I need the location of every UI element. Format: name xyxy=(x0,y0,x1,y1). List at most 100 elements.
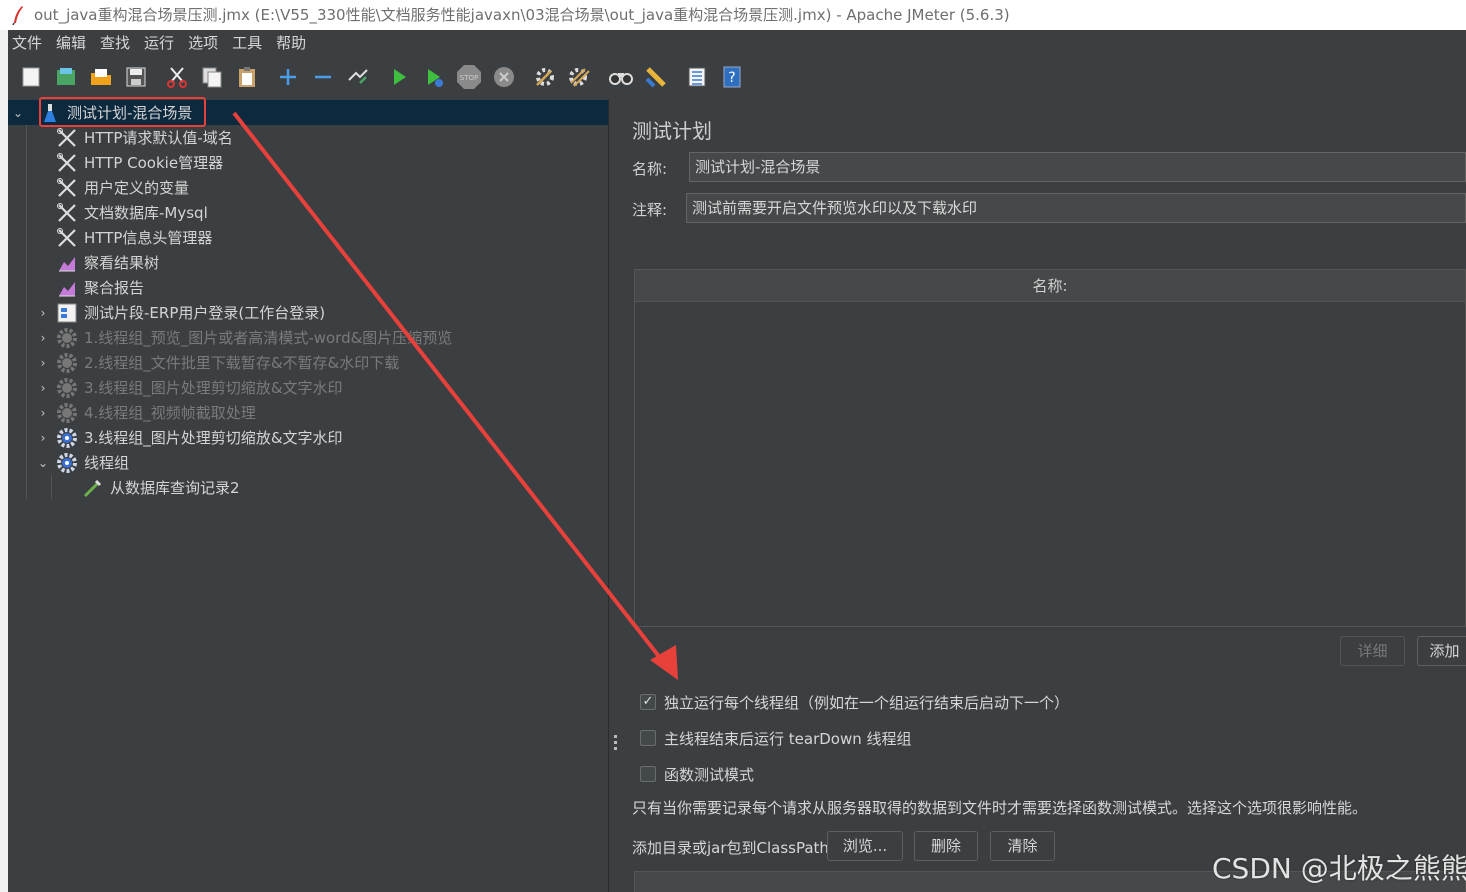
menu-file[interactable]: 文件 xyxy=(8,30,50,56)
tree-node-results-tree[interactable]: 察看结果树 xyxy=(56,250,159,275)
start-icon[interactable] xyxy=(384,62,414,92)
tree-node-thread-group-3[interactable]: › 3.线程组_图片处理剪切缩放&文字水印 xyxy=(36,425,343,450)
delete-button[interactable]: 删除 xyxy=(914,831,978,861)
search-icon[interactable] xyxy=(606,62,636,92)
pipette-icon xyxy=(82,477,104,499)
shutdown-icon[interactable] xyxy=(489,62,519,92)
comment-field[interactable]: 测试前需要开启文件预览水印以及下载水印 xyxy=(686,193,1466,223)
templates-icon[interactable] xyxy=(51,62,81,92)
open-icon[interactable] xyxy=(86,62,116,92)
option-label: 函数测试模式 xyxy=(664,765,755,784)
gear-icon xyxy=(56,352,78,374)
gear-icon xyxy=(56,402,78,424)
name-label: 名称: xyxy=(632,160,668,178)
clear-all-icon[interactable] xyxy=(565,62,595,92)
drag-handle-icon[interactable] xyxy=(614,735,617,753)
table-header-name[interactable]: 名称: xyxy=(635,270,1465,302)
tree-node-mysql-config[interactable]: 文档数据库-Mysql xyxy=(56,200,208,225)
csdn-watermark: CSDN @北极之熊熊 xyxy=(1212,852,1466,885)
left-window-edge xyxy=(0,30,8,892)
tree-node-thread-group-4[interactable]: › 4.线程组_视频帧截取处理 xyxy=(36,400,256,425)
chevron-down-icon[interactable]: ⌄ xyxy=(11,106,25,120)
menu-tools[interactable]: 工具 xyxy=(228,30,270,56)
chevron-right-icon[interactable]: › xyxy=(36,356,50,370)
menu-help[interactable]: 帮助 xyxy=(272,30,314,56)
tree-node-label: HTTP请求默认值-域名 xyxy=(84,129,233,147)
tree-node-thread-group-3-disabled[interactable]: › 3.线程组_图片处理剪切缩放&文字水印 xyxy=(36,375,343,400)
tree-node-http-defaults[interactable]: HTTP请求默认值-域名 xyxy=(56,125,233,150)
clear-icon[interactable] xyxy=(530,62,560,92)
tree-node-thread-group-2[interactable]: › 2.线程组_文件批里下载暂存&不暂存&水印下载 xyxy=(36,350,399,375)
chevron-right-icon[interactable]: › xyxy=(36,331,50,345)
clear-button[interactable]: 清除 xyxy=(990,831,1055,861)
menu-run[interactable]: 运行 xyxy=(140,30,182,56)
tree-node-thread-group[interactable]: ⌄ 线程组 xyxy=(36,450,129,475)
chevron-down-icon[interactable]: ⌄ xyxy=(36,456,50,470)
svg-text:?: ? xyxy=(728,70,735,86)
classpath-label: 添加目录或jar包到ClassPath xyxy=(632,839,829,857)
tree-node-label: 聚合报告 xyxy=(84,279,145,297)
start-no-pause-icon[interactable] xyxy=(419,62,449,92)
tree-guide-line xyxy=(51,475,52,499)
chevron-right-icon[interactable]: › xyxy=(36,406,50,420)
functional-mode-help-text: 只有当你需要记录每个请求从服务器取得的数据到文件时才需要选择函数测试模式。选择这… xyxy=(632,799,1368,817)
name-field[interactable]: 测试计划-混合场景 xyxy=(689,152,1466,182)
tree-node-header-manager[interactable]: HTTP信息头管理器 xyxy=(56,225,212,250)
jmeter-feather-icon xyxy=(12,6,23,25)
tree-node-label: 3.线程组_图片处理剪切缩放&文字水印 xyxy=(84,379,343,397)
checkbox-unchecked[interactable] xyxy=(640,766,656,782)
add-button[interactable]: 添加 xyxy=(1417,636,1466,666)
tree-node-thread-group-1[interactable]: › 1.线程组_预览_图片或者高清模式-word&图片压缩预览 xyxy=(36,325,452,350)
paste-icon[interactable] xyxy=(232,62,262,92)
window-title: out_java重构混合场景压测.jmx (E:\V55_330性能\文档服务性… xyxy=(34,6,1010,24)
checkbox-checked[interactable]: ✓ xyxy=(640,694,656,710)
option-functional-mode[interactable]: 函数测试模式 xyxy=(640,763,754,785)
menu-search[interactable]: 查找 xyxy=(96,30,138,56)
test-plan-editor: 测试计划 名称: 测试计划-混合场景 注释: 测试前需要开启文件预览水印以及下载… xyxy=(622,99,1466,892)
collapse-icon[interactable] xyxy=(308,62,338,92)
tree-node-test-fragment[interactable]: › 测试片段-ERP用户登录(工作台登录) xyxy=(36,300,325,325)
tree-node-cookie-manager[interactable]: HTTP Cookie管理器 xyxy=(56,150,223,175)
gear-icon xyxy=(56,452,78,474)
user-variables-table[interactable]: 名称: xyxy=(634,269,1466,627)
tree-node-aggregate-report[interactable]: 聚合报告 xyxy=(56,275,144,300)
tree-node-label: 测试片段-ERP用户登录(工作台登录) xyxy=(84,304,326,322)
menu-bar: 文件 编辑 查找 运行 选项 工具 帮助 xyxy=(8,30,1466,56)
detail-button[interactable]: 详细 xyxy=(1340,636,1405,666)
option-teardown-on-shutdown[interactable]: 主线程结束后运行 tearDown 线程组 xyxy=(640,727,912,749)
toggle-icon[interactable] xyxy=(343,62,373,92)
reset-search-icon[interactable] xyxy=(641,62,671,92)
chart-icon xyxy=(56,277,78,299)
tree-node-label: 文档数据库-Mysql xyxy=(84,204,208,222)
checkbox-unchecked[interactable] xyxy=(640,730,656,746)
chart-icon xyxy=(56,252,78,274)
menu-edit[interactable]: 编辑 xyxy=(52,30,94,56)
chevron-right-icon[interactable]: › xyxy=(36,306,50,320)
test-plan-tree: ⌄ 测试计划-混合场景 HTTP请求默认值-域名 HTTP Cookie管理器 … xyxy=(8,99,608,892)
check-icon: ✓ xyxy=(642,694,654,709)
tree-node-label: 察看结果树 xyxy=(84,254,160,272)
gear-icon xyxy=(56,327,78,349)
help-icon[interactable]: ? xyxy=(717,62,747,92)
new-icon[interactable] xyxy=(16,62,46,92)
tree-node-user-variables[interactable]: 用户定义的变量 xyxy=(56,175,189,200)
tree-node-jdbc-request[interactable]: 从数据库查询记录2 xyxy=(82,475,240,500)
browse-button[interactable]: 浏览... xyxy=(827,831,903,861)
copy-icon[interactable] xyxy=(197,62,227,92)
fragment-icon xyxy=(56,302,78,324)
menu-options[interactable]: 选项 xyxy=(184,30,226,56)
tree-node-label: HTTP信息头管理器 xyxy=(84,229,213,247)
save-icon[interactable] xyxy=(121,62,151,92)
chevron-right-icon[interactable]: › xyxy=(36,431,50,445)
option-serialize-thread-groups[interactable]: ✓ 独立运行每个线程组（例如在一个组运行结束后启动下一个） xyxy=(640,691,1069,713)
comment-label: 注释: xyxy=(632,201,668,219)
option-label: 独立运行每个线程组（例如在一个组运行结束后启动下一个） xyxy=(664,693,1070,712)
split-pane-divider[interactable] xyxy=(608,99,622,892)
function-helper-icon[interactable] xyxy=(682,62,712,92)
cut-icon[interactable] xyxy=(162,62,192,92)
chevron-right-icon[interactable]: › xyxy=(36,381,50,395)
tree-node-label: 用户定义的变量 xyxy=(84,179,190,197)
stop-icon[interactable]: STOP xyxy=(454,62,484,92)
expand-icon[interactable] xyxy=(273,62,303,92)
wrench-icon xyxy=(56,202,78,224)
